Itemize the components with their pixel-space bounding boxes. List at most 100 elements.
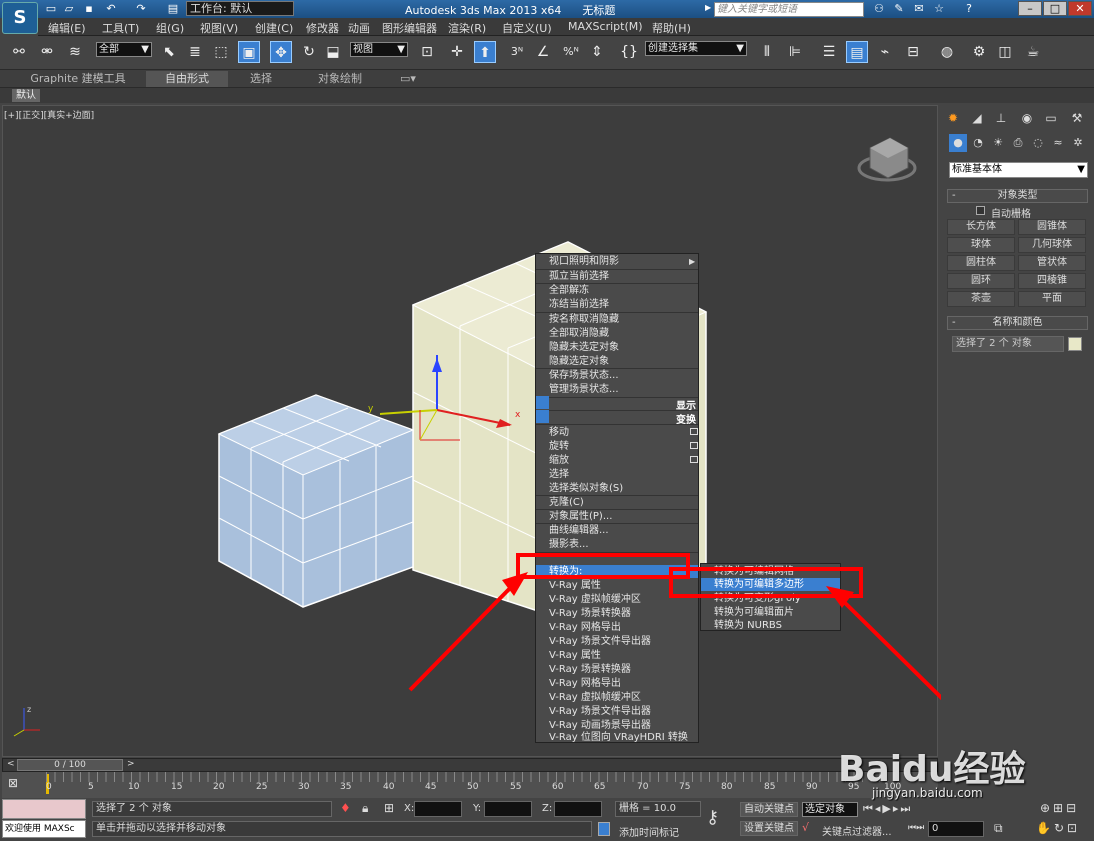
render-frame-icon[interactable]: ◫ xyxy=(994,41,1016,63)
ribbon-options-icon[interactable]: ▭▾ xyxy=(394,71,422,87)
lights-icon[interactable]: ☀ xyxy=(989,134,1007,152)
material-editor-icon[interactable]: ◍ xyxy=(936,41,958,63)
qmenu-unhide-by-name[interactable]: 按名称取消隐藏 xyxy=(536,313,698,326)
isolate-icon[interactable]: ♦ xyxy=(340,801,351,815)
settings-box-icon[interactable] xyxy=(690,428,698,435)
new-file-icon[interactable]: ▭ xyxy=(44,2,58,16)
select-object-icon[interactable]: ⬉ xyxy=(158,41,180,63)
qmenu-vray-anim-exporter[interactable]: V-Ray 动画场景导出器 xyxy=(536,719,698,732)
qmenu-rotate[interactable]: 旋转 xyxy=(536,440,698,453)
rect-selection-icon[interactable]: ⬚ xyxy=(210,41,232,63)
qmenu-unfreeze-all[interactable]: 全部解冻 xyxy=(536,284,698,297)
box-button[interactable]: 长方体 xyxy=(947,219,1015,235)
qmenu-vray-vfb-2[interactable]: V-Ray 虚拟帧缓冲区 xyxy=(536,691,698,704)
qmenu-viewport-lighting[interactable]: 视口照明和阴影 xyxy=(536,255,698,268)
spacewarps-icon[interactable]: ≈ xyxy=(1049,134,1067,152)
helpers-icon[interactable]: ◌ xyxy=(1029,134,1047,152)
maximize-button[interactable]: □ xyxy=(1043,1,1067,16)
favorites-icon[interactable]: ☆ xyxy=(932,2,946,16)
qmenu-hide-unselected[interactable]: 隐藏未选定对象 xyxy=(536,341,698,354)
binoculars-icon[interactable]: ⚇ xyxy=(872,2,886,16)
qmenu-vray-bitmap-convert[interactable]: V-Ray 位图向 VRayHDRI 转换 xyxy=(536,733,698,743)
qmenu-vray-scene-exporter-2[interactable]: V-Ray 场景文件导出器 xyxy=(536,705,698,718)
save-icon[interactable]: ▪ xyxy=(82,2,96,16)
app-logo-button[interactable]: S xyxy=(2,2,38,34)
window-crossing-icon[interactable]: ▣ xyxy=(238,41,260,63)
bind-spacewarp-icon[interactable]: ≋ xyxy=(64,41,86,63)
sphere-button[interactable]: 球体 xyxy=(947,237,1015,253)
time-slider-thumb[interactable]: 0 / 100 xyxy=(17,759,123,771)
select-rotate-icon[interactable]: ↻ xyxy=(298,41,320,63)
playback-controls-icon[interactable]: ⏮◂▶▸⏭ xyxy=(863,802,933,818)
auto-key-button[interactable]: 自动关键点 xyxy=(740,802,798,817)
qmenu-vray-mesh-export-2[interactable]: V-Ray 网格导出 xyxy=(536,677,698,690)
qmenu-hide-selection[interactable]: 隐藏选定对象 xyxy=(536,355,698,368)
category-dropdown[interactable]: 标准基本体 ▼ xyxy=(949,162,1088,178)
qmenu-move[interactable]: 移动 xyxy=(536,426,698,439)
qmenu-scale[interactable]: 缩放 xyxy=(536,454,698,467)
pyramid-button[interactable]: 四棱锥 xyxy=(1018,273,1086,289)
motion-tab-icon[interactable]: ◉ xyxy=(1017,108,1037,128)
qmenu-vray-properties[interactable]: V-Ray 属性 xyxy=(536,579,698,592)
menu-rendering[interactable]: 渲染(R) xyxy=(448,20,486,36)
teapot-button[interactable]: 茶壶 xyxy=(947,291,1015,307)
minimize-button[interactable]: – xyxy=(1018,1,1042,16)
systems-icon[interactable]: ✲ xyxy=(1069,134,1087,152)
align-icon[interactable]: ⊫ xyxy=(784,41,806,63)
object-type-rollout[interactable]: - 对象类型 xyxy=(947,189,1088,203)
submenu-deformable-gpoly[interactable]: 转换为可变形gPoly xyxy=(701,592,840,605)
qmenu-save-scene-state[interactable]: 保存场景状态... xyxy=(536,369,698,382)
curve-editor-icon[interactable]: ⌁ xyxy=(874,41,896,63)
current-frame-field[interactable]: 0 xyxy=(928,821,984,837)
percent-snap-icon[interactable]: %ᴺ xyxy=(560,41,582,63)
maxscript-listener-pink[interactable] xyxy=(2,799,86,819)
settings-box-icon[interactable] xyxy=(690,442,698,449)
y-coord-field[interactable] xyxy=(484,801,532,817)
viewport[interactable] xyxy=(2,105,938,757)
time-slider[interactable]: < 0 / 100 > xyxy=(2,758,938,772)
qmenu-vray-properties-2[interactable]: V-Ray 属性 xyxy=(536,649,698,662)
selected-dropdown[interactable]: 选定对象 xyxy=(802,802,858,817)
qmenu-dope-sheet[interactable]: 摄影表... xyxy=(536,538,698,551)
edit-named-sets-icon[interactable]: {} xyxy=(618,41,640,63)
settings-box-icon[interactable] xyxy=(690,456,698,463)
selection-filter-dropdown[interactable]: 全部 ▼ xyxy=(96,42,152,57)
select-by-name-icon[interactable]: ≣ xyxy=(184,41,206,63)
key-icon[interactable]: ⚷ xyxy=(706,807,736,837)
subscription-icon[interactable]: ✎ xyxy=(892,2,906,16)
autogrid-checkbox[interactable] xyxy=(976,206,985,215)
communication-icon[interactable]: ✉ xyxy=(912,2,926,16)
tube-button[interactable]: 管状体 xyxy=(1018,255,1086,271)
search-input[interactable]: 键入关键字或短语 xyxy=(714,2,864,17)
pivot-center-icon[interactable]: ⊡ xyxy=(416,41,438,63)
lock-icon[interactable]: 🔒︎ xyxy=(362,801,368,816)
hierarchy-tab-icon[interactable]: ⊥ xyxy=(991,108,1011,128)
submenu-editable-patch[interactable]: 转换为可编辑面片 xyxy=(701,606,840,619)
graphite-toggle-icon[interactable]: ▤ xyxy=(846,41,868,63)
modify-tab-icon[interactable]: ◢ xyxy=(967,108,987,128)
qmenu-vray-scene-converter[interactable]: V-Ray 场景转换器 xyxy=(536,607,698,620)
qmenu-vray-scene-exporter[interactable]: V-Ray 场景文件导出器 xyxy=(536,635,698,648)
ribbon-default-label[interactable]: 默认 xyxy=(12,89,40,102)
menu-views[interactable]: 视图(V) xyxy=(200,20,238,36)
select-move-icon[interactable]: ✥ xyxy=(270,41,292,63)
utilities-tab-icon[interactable]: ⚒ xyxy=(1067,108,1087,128)
qmenu-object-properties[interactable]: 对象属性(P)... xyxy=(536,510,698,523)
layer-manager-icon[interactable]: ☰ xyxy=(818,41,840,63)
key-filters-icon[interactable]: √ xyxy=(802,821,809,834)
maxscript-listener-white[interactable]: 欢迎使用 MAXSc xyxy=(2,820,86,838)
menu-edit[interactable]: 编辑(E) xyxy=(48,20,86,36)
mirror-icon[interactable]: ⫴ xyxy=(756,41,778,63)
time-tag-icon[interactable] xyxy=(598,822,610,836)
redo-icon[interactable]: ↷ xyxy=(134,2,148,16)
menu-help[interactable]: 帮助(H) xyxy=(652,20,691,36)
viewport-nav-icons-2[interactable]: ✋↻⊡ xyxy=(1036,821,1080,835)
reference-coord-dropdown[interactable]: 视图 ▼ xyxy=(350,42,408,57)
geometry-icon[interactable]: ● xyxy=(949,134,967,152)
tab-freeform[interactable]: 自由形式 xyxy=(146,71,228,87)
qmenu-vray-scene-converter-2[interactable]: V-Ray 场景转换器 xyxy=(536,663,698,676)
project-folder-icon[interactable]: ▤ xyxy=(166,2,180,16)
cameras-icon[interactable]: ⎙ xyxy=(1009,134,1027,152)
plane-button[interactable]: 平面 xyxy=(1018,291,1086,307)
link-icon[interactable]: ⚯ xyxy=(8,41,30,63)
